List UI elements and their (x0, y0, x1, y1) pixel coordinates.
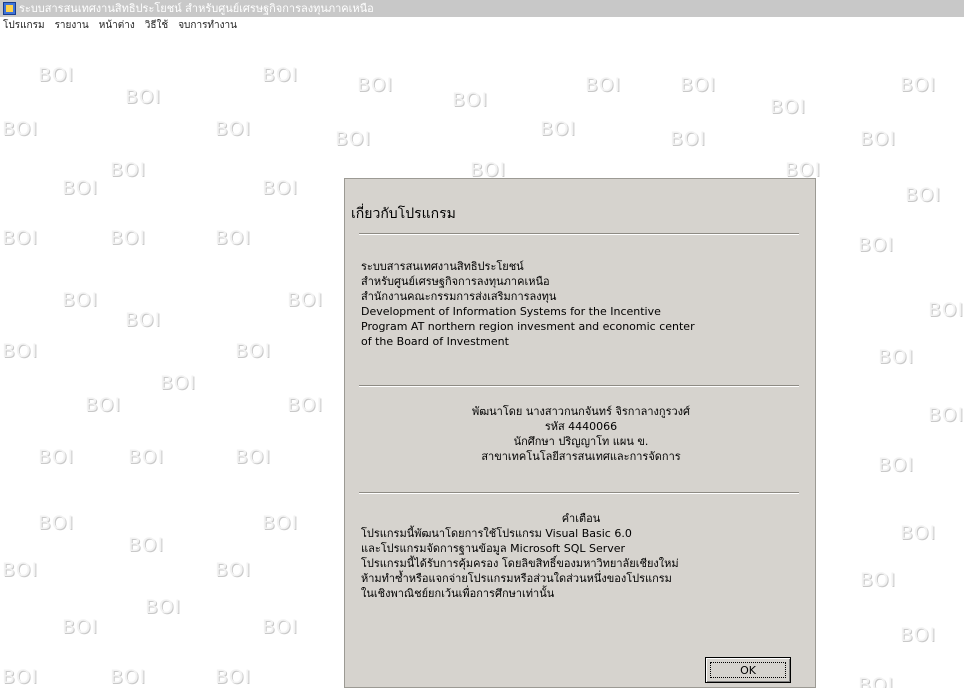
system-info-line: สำนักงานคณะกรรมการส่งเสริมการลงทุน (361, 290, 557, 303)
watermark-logo: BOI (928, 299, 964, 321)
menu-help[interactable]: วิธีใช้ (145, 17, 168, 34)
app-icon[interactable] (3, 2, 16, 15)
watermark-logo: BOI (452, 89, 489, 111)
watermark-logo: BOI (287, 394, 324, 416)
window-title: ระบบสารสนเทศงานสิทธิประโยชน์ สำหรับศูนย์… (19, 2, 374, 15)
watermark-logo: BOI (110, 227, 147, 249)
watermark-logo: BOI (680, 74, 717, 96)
watermark-logo: BOI (215, 666, 252, 688)
warning-line: และโปรแกรมจัดการฐานข้อมูล Microsoft SQL … (361, 542, 626, 555)
watermark-logo: BOI (860, 569, 897, 591)
watermark-logo: BOI (860, 128, 897, 150)
focus-rect (710, 662, 786, 678)
watermark-logo: BOI (2, 227, 39, 249)
warning-heading: คำเตือน (561, 512, 601, 525)
warning-block: คำเตือน โปรแกรมนี้พัฒนาโดยการใช้โปรแกรม … (361, 511, 801, 601)
watermark-logo: BOI (900, 522, 937, 544)
menu-exit[interactable]: จบการทำงาน (178, 17, 237, 34)
watermark-logo: BOI (900, 74, 937, 96)
system-info-line: สำหรับศูนย์เศรษฐกิจการลงทุนภาคเหนือ (361, 275, 550, 288)
about-dialog: เกี่ยวกับโปรแกรม ระบบสารสนเทศงานสิทธิประ… (344, 178, 816, 688)
watermark-logo: BOI (878, 454, 915, 476)
title-bar: ระบบสารสนเทศงานสิทธิประโยชน์ สำหรับศูนย์… (0, 0, 964, 17)
developer-line: พัฒนาโดย นางสาวกนกจันทร์ จิรกาลางกูรวงศ์ (471, 405, 691, 418)
watermark-logo: BOI (62, 289, 99, 311)
watermark-logo: BOI (858, 674, 895, 688)
developer-line: สาขาเทคโนโลยีสารสนเทศและการจัดการ (481, 450, 681, 463)
watermark-logo: BOI (215, 559, 252, 581)
watermark-logo: BOI (2, 666, 39, 688)
developer-line: รหัส 4440066 (544, 420, 618, 433)
watermark-logo: BOI (900, 624, 937, 646)
warning-line: ห้ามทำซ้ำหรือแจกจ่ายโปรแกรมหรือส่วนใดส่ว… (361, 572, 672, 585)
watermark-logo: BOI (160, 372, 197, 394)
watermark-logo: BOI (110, 159, 147, 181)
watermark-logo: BOI (235, 340, 272, 362)
watermark-logo: BOI (38, 64, 75, 86)
ok-button[interactable]: OK (705, 657, 791, 683)
warning-line: โปรแกรมนี้พัฒนาโดยการใช้โปรแกรม Visual B… (361, 527, 632, 540)
watermark-logo: BOI (905, 184, 942, 206)
divider (359, 385, 799, 387)
system-info-line: ระบบสารสนเทศงานสิทธิประโยชน์ (361, 260, 524, 273)
watermark-logo: BOI (235, 446, 272, 468)
system-info-line: of the Board of Investment (361, 335, 509, 348)
watermark-logo: BOI (2, 559, 39, 581)
watermark-logo: BOI (215, 118, 252, 140)
watermark-logo: BOI (262, 616, 299, 638)
watermark-logo: BOI (357, 74, 394, 96)
watermark-logo: BOI (262, 177, 299, 199)
menu-window[interactable]: หน้าต่าง (99, 17, 135, 34)
menu-report[interactable]: รายงาน (55, 17, 89, 34)
system-info-block: ระบบสารสนเทศงานสิทธิประโยชน์ สำหรับศูนย์… (361, 259, 801, 349)
watermark-logo: BOI (125, 86, 162, 108)
watermark-logo: BOI (125, 309, 162, 331)
watermark-logo: BOI (110, 666, 147, 688)
menu-bar: โปรแกรม รายงาน หน้าต่าง วิธีใช้ จบการทำง… (0, 17, 964, 34)
watermark-logo: BOI (38, 512, 75, 534)
warning-line: โปรแกรมนี้ได้รับการคุ้มครอง โดยลิขสิทธิ์… (361, 557, 679, 570)
watermark-logo: BOI (2, 340, 39, 362)
watermark-logo: BOI (128, 534, 165, 556)
system-info-line: Program AT northern region invesment and… (361, 320, 695, 333)
watermark-logo: BOI (38, 446, 75, 468)
divider (359, 233, 799, 235)
watermark-logo: BOI (585, 74, 622, 96)
watermark-logo: BOI (262, 64, 299, 86)
watermark-logo: BOI (85, 394, 122, 416)
watermark-logo: BOI (878, 346, 915, 368)
watermark-logo: BOI (670, 128, 707, 150)
about-dialog-title: เกี่ยวกับโปรแกรม (351, 206, 456, 222)
watermark-logo: BOI (62, 616, 99, 638)
watermark-logo: BOI (858, 234, 895, 256)
watermark-logo: BOI (770, 96, 807, 118)
watermark-logo: BOI (128, 446, 165, 468)
developer-line: นักศึกษา ปริญญาโท แผน ข. (513, 435, 649, 448)
watermark-logo: BOI (262, 512, 299, 534)
watermark-logo: BOI (540, 118, 577, 140)
system-info-line: Development of Information Systems for t… (361, 305, 661, 318)
watermark-logo: BOI (145, 596, 182, 618)
watermark-logo: BOI (62, 177, 99, 199)
developer-info-block: พัฒนาโดย นางสาวกนกจันทร์ จิรกาลางกูรวงศ์… (361, 404, 801, 464)
warning-line: ในเชิงพาณิชย์ยกเว้นเพื่อการศึกษาเท่านั้น (361, 587, 555, 600)
watermark-logo: BOI (928, 404, 964, 426)
menu-program[interactable]: โปรแกรม (3, 17, 45, 34)
watermark-logo: BOI (215, 227, 252, 249)
watermark-logo: BOI (335, 128, 372, 150)
watermark-logo: BOI (287, 289, 324, 311)
divider (359, 492, 799, 494)
watermark-logo: BOI (2, 118, 39, 140)
